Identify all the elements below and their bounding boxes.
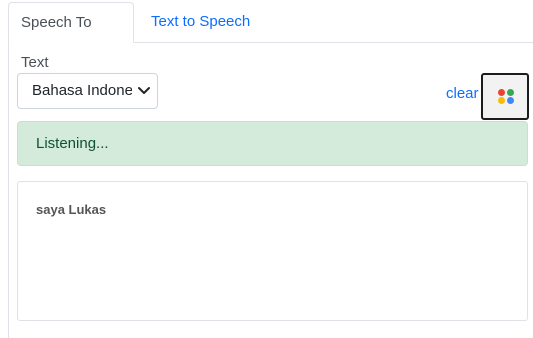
status-text: Listening...	[36, 135, 109, 152]
transcript-box[interactable]: saya Lukas	[17, 181, 528, 321]
chevron-down-icon	[138, 87, 150, 94]
tab-bar: Speech To Text Text to Speech	[8, 0, 533, 71]
red-dot	[498, 89, 505, 96]
tab-text-to-speech[interactable]: Text to Speech	[139, 2, 262, 42]
yellow-dot	[498, 97, 505, 104]
green-dot	[507, 89, 514, 96]
tab-speech-to-text[interactable]: Speech To Text	[8, 2, 134, 71]
language-select-value: Bahasa Indonesia	[32, 82, 132, 99]
transcript-text: saya Lukas	[36, 202, 107, 217]
status-alert: Listening...	[17, 121, 528, 166]
language-select[interactable]: Bahasa Indonesia	[17, 73, 158, 109]
clear-link[interactable]: clear	[446, 85, 479, 102]
content-left-border	[8, 40, 9, 338]
blue-dot	[507, 97, 514, 104]
mic-button[interactable]	[481, 73, 529, 120]
